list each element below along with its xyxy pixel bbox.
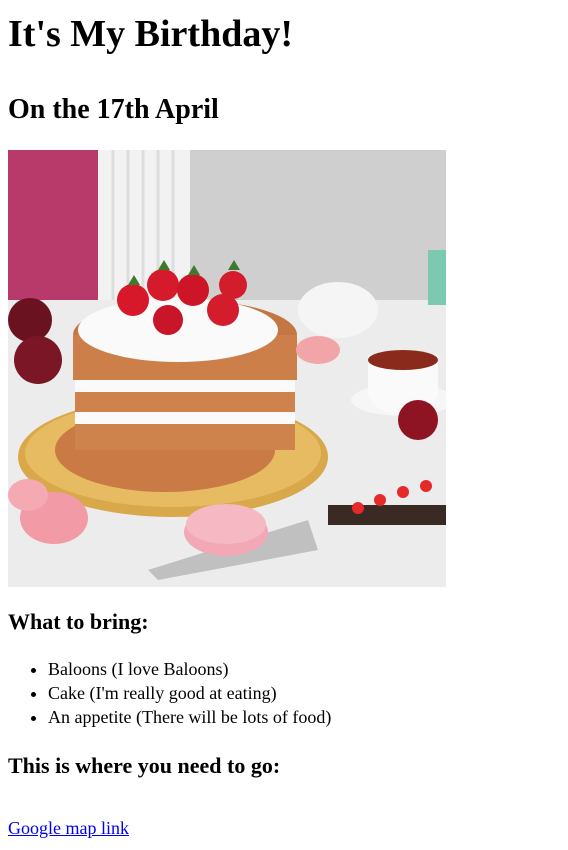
what-to-bring-heading: What to bring: xyxy=(8,609,149,634)
list-item: Cake (I'm really good at eating) xyxy=(48,681,560,705)
list-item: An appetite (There will be lots of food) xyxy=(48,705,560,729)
list-item: Baloons (I love Baloons) xyxy=(48,657,560,681)
page: It's My Birthday! On the 17th April What… xyxy=(0,12,568,840)
bring-list: Baloons (I love Baloons) Cake (I'm reall… xyxy=(8,657,560,729)
cake-image xyxy=(8,150,446,587)
directions-heading: This is where you need to go: xyxy=(8,753,281,778)
page-title: It's My Birthday! xyxy=(8,13,293,55)
event-date: On the 17th April xyxy=(8,94,219,125)
google-map-link[interactable]: Google map link xyxy=(8,816,129,840)
